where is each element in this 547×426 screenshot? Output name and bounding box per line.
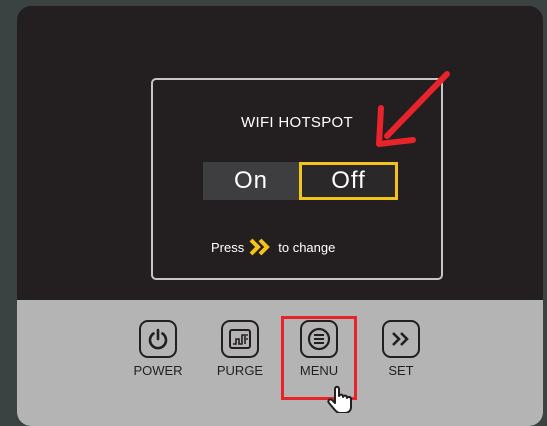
hand-cursor-icon bbox=[327, 385, 352, 413]
chevron-right-icon[interactable] bbox=[382, 320, 420, 358]
purge-button[interactable]: PURGE bbox=[210, 320, 270, 378]
wifi-hotspot-toggle[interactable]: On Off bbox=[203, 162, 398, 200]
set-button[interactable]: SET bbox=[371, 320, 431, 378]
set-label: SET bbox=[388, 363, 414, 378]
hint-press: Press bbox=[211, 239, 245, 255]
annotation-arrow-icon bbox=[376, 71, 450, 147]
option-on[interactable]: On bbox=[203, 162, 299, 200]
device-body: WIFI HOTSPOT On Off Press to change bbox=[17, 6, 543, 426]
option-off-selected[interactable]: Off bbox=[299, 162, 398, 200]
button-panel bbox=[17, 300, 543, 426]
power-icon[interactable] bbox=[139, 320, 177, 358]
change-hint: Press to change bbox=[211, 236, 335, 258]
purge-label: PURGE bbox=[216, 363, 264, 378]
hint-to-change: to change bbox=[278, 239, 336, 255]
power-label: POWER bbox=[133, 363, 183, 378]
power-button[interactable]: POWER bbox=[128, 320, 188, 378]
double-chevron-icon bbox=[248, 237, 272, 257]
purge-icon[interactable] bbox=[221, 320, 259, 358]
